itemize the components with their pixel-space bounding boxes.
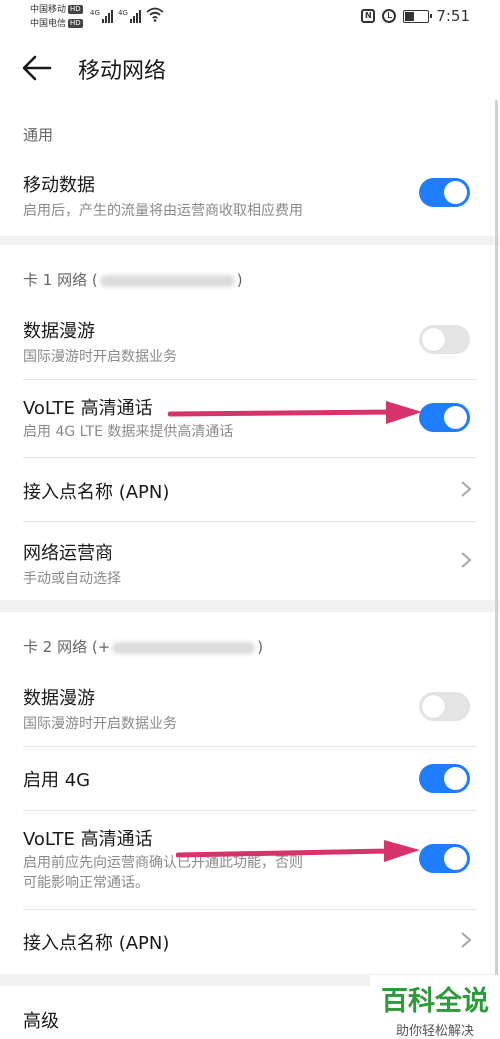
- status-time: 7:51: [436, 7, 470, 25]
- status-bar: 中国移动 HD 中国电信 HD 4G 4G N 7:51: [0, 0, 500, 36]
- mobile-data-toggle[interactable]: [419, 178, 470, 207]
- back-arrow-icon[interactable]: [20, 54, 54, 82]
- sim1-roaming-toggle[interactable]: [419, 325, 470, 354]
- carrier-1-label: 中国移动: [30, 5, 67, 15]
- watermark-logo: 百科全说 助你轻松解决: [370, 975, 500, 1039]
- network-type-1: 4G: [90, 9, 100, 17]
- sim2-volte-toggle[interactable]: [419, 844, 470, 873]
- sim1-apn-row[interactable]: 接入点名称 (APN): [0, 457, 500, 521]
- hd-badge: HD: [68, 19, 83, 28]
- alarm-icon: [382, 9, 397, 23]
- sim1-operator-title: 网络运营商: [23, 543, 113, 564]
- carrier-info: 中国移动 HD 中国电信 HD: [30, 3, 83, 31]
- wifi-icon: [146, 7, 164, 22]
- network-type-2: 4G: [118, 9, 128, 17]
- carrier-2-label: 中国电信: [30, 19, 67, 29]
- battery-icon: [403, 9, 433, 23]
- sim1-operator-row[interactable]: 网络运营商 手动或自动选择: [0, 521, 500, 600]
- app-bar: 移动网络: [0, 36, 500, 100]
- section-header-general: 通用: [23, 126, 54, 144]
- page-title: 移动网络: [78, 59, 167, 84]
- general-section: 通用 移动数据 启用后，产生的流量将由运营商收取相应费用: [0, 100, 500, 236]
- signal-icon: 4G: [118, 9, 141, 23]
- sim1-apn-title: 接入点名称 (APN): [23, 482, 170, 503]
- section-header-sim1: 卡 1 网络 (): [23, 271, 243, 289]
- annotation-arrow: [176, 840, 420, 862]
- scrollbar[interactable]: [495, 100, 498, 1000]
- sim2-volte-subtitle-line2: 可能影响正常通话。: [23, 875, 149, 891]
- chevron-right-icon: [461, 552, 472, 568]
- watermark-slogan: 助你轻松解决: [395, 1024, 474, 1039]
- chevron-right-icon: [461, 932, 472, 948]
- hd-badge: HD: [68, 5, 83, 14]
- sim2-section: 卡 2 网络 (+) 数据漫游 国际漫游时开启数据业务 启用 4G VoLTE …: [0, 612, 500, 974]
- sim2-roaming-row[interactable]: 数据漫游 国际漫游时开启数据业务: [0, 674, 500, 746]
- chevron-right-icon: [461, 481, 472, 497]
- sim1-operator-subtitle: 手动或自动选择: [23, 571, 121, 587]
- sim2-apn-row[interactable]: 接入点名称 (APN): [0, 909, 500, 974]
- sim1-volte-toggle[interactable]: [419, 403, 470, 432]
- signal-icon: 4G: [90, 9, 113, 23]
- sim2-roaming-toggle[interactable]: [419, 692, 470, 721]
- nfc-icon: N: [361, 9, 376, 23]
- sim1-roaming-row[interactable]: 数据漫游 国际漫游时开启数据业务: [0, 307, 500, 379]
- redacted-number: [99, 274, 235, 287]
- watermark-logo-text: 百科全说: [381, 986, 489, 1017]
- sim2-4g-toggle[interactable]: [419, 764, 470, 793]
- annotation-arrow: [168, 401, 422, 424]
- sim2-4g-row[interactable]: 启用 4G: [0, 746, 500, 810]
- sim2-apn-title: 接入点名称 (APN): [23, 933, 170, 954]
- mobile-data-row[interactable]: 移动数据 启用后，产生的流量将由运营商收取相应费用: [0, 162, 500, 236]
- section-header-sim2: 卡 2 网络 (+): [23, 638, 264, 656]
- redacted-number: [112, 641, 256, 654]
